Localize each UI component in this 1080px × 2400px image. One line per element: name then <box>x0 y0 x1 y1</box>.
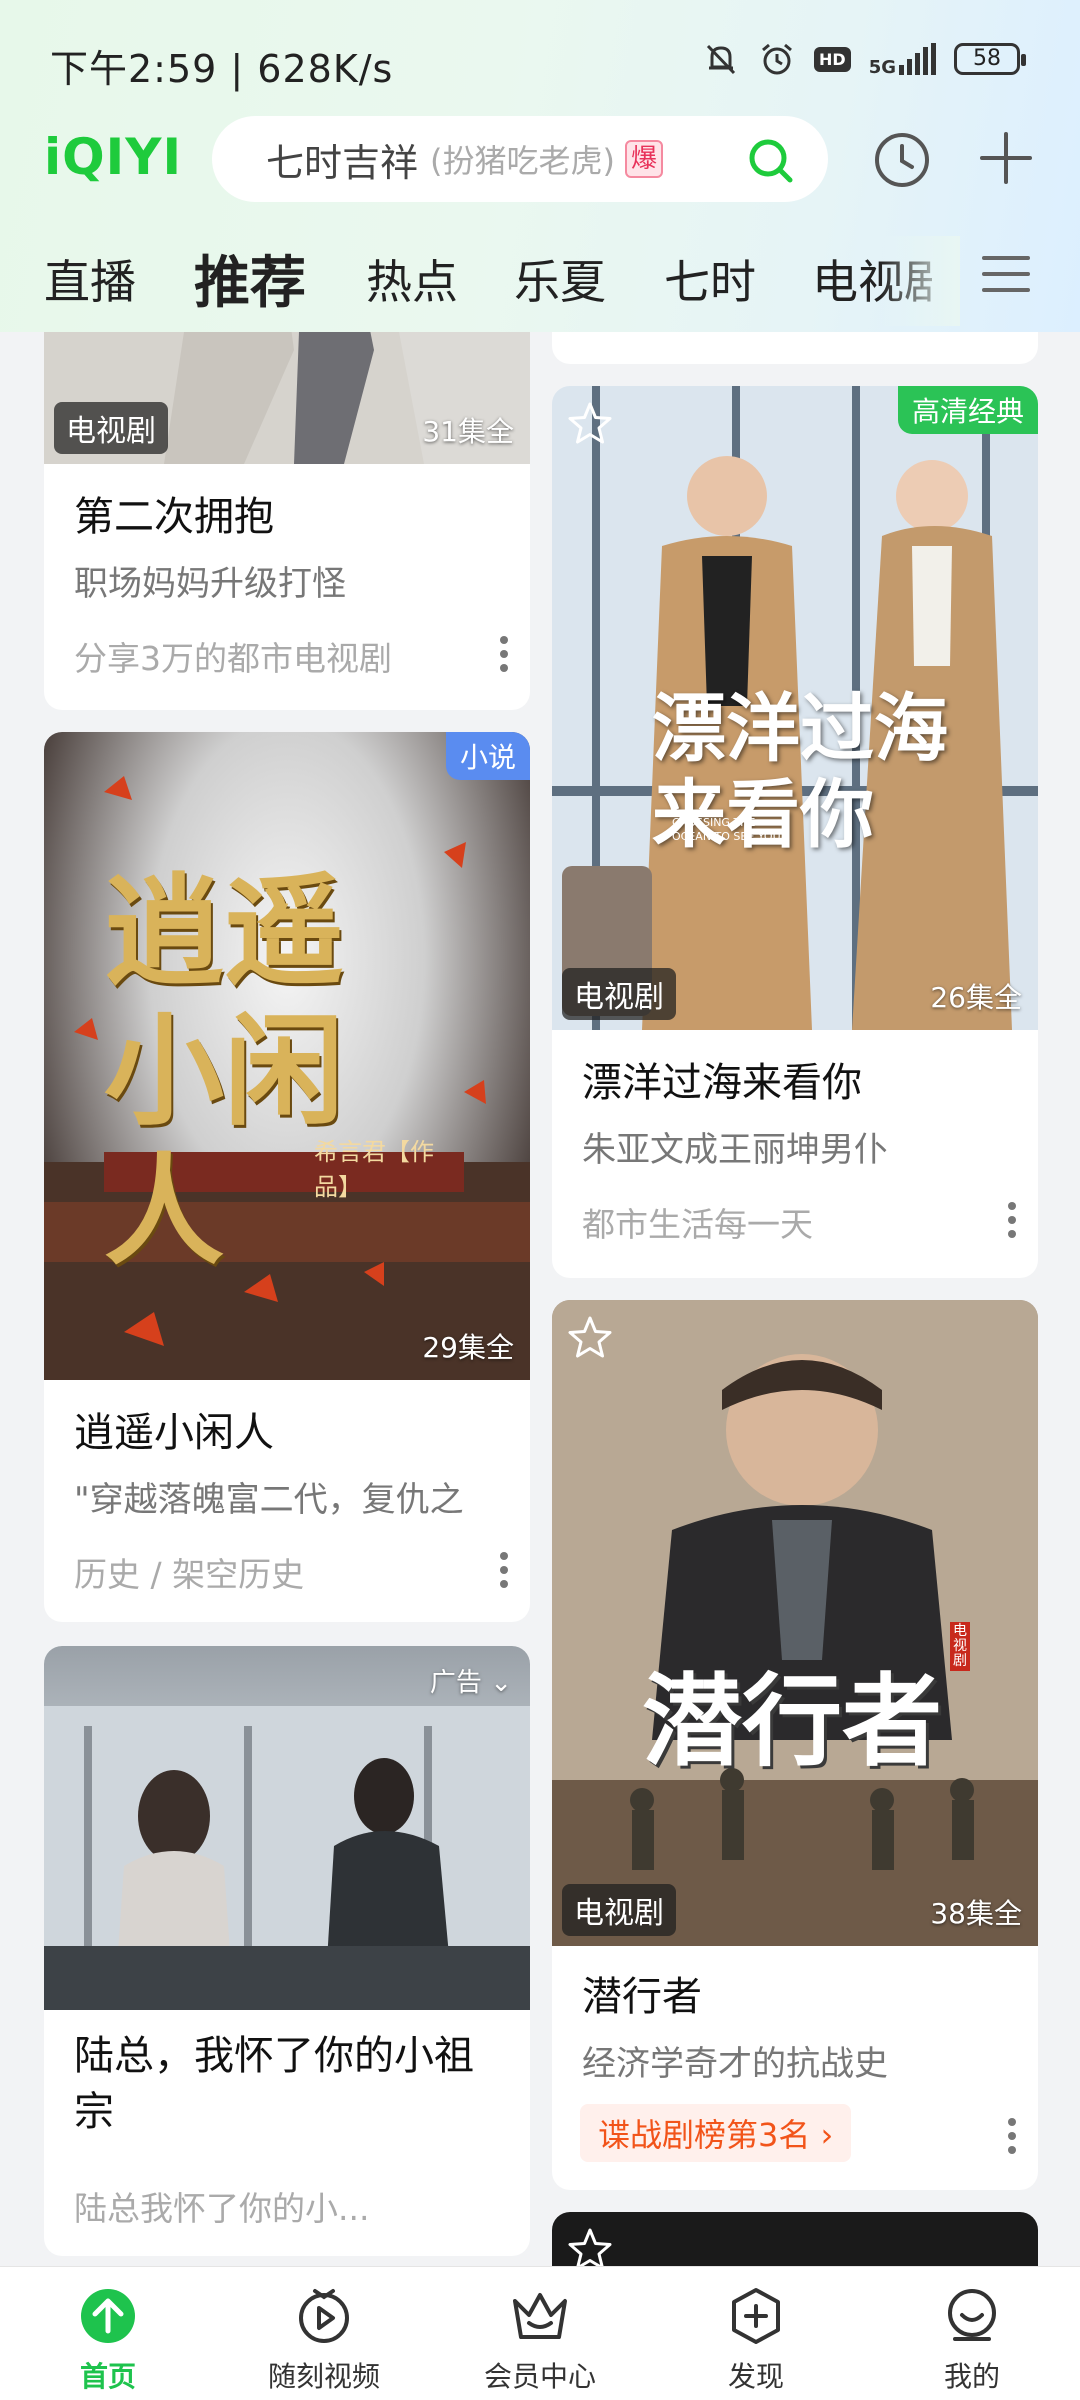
more-options-icon[interactable] <box>1006 1200 1018 1240</box>
iqiyi-logo[interactable]: iQIYI <box>44 128 182 186</box>
category-tag: 电视剧 <box>562 1884 676 1936</box>
status-time-speed: 下午2:59 | 628K/s <box>50 47 394 91</box>
rank-chip[interactable]: 谍战剧榜第3名 › <box>580 2104 852 2162</box>
signal-icon <box>899 43 936 75</box>
video-card-xiaoyao[interactable]: 逍遥小闲人 希言君【作品】 小说 29集全 逍遥小闲人 "穿越落魄富二代，复仇之… <box>44 732 530 1622</box>
card-title[interactable]: 第二次拥抱 <box>74 484 274 542</box>
card-subtitle: 职场妈妈升级打怪 <box>74 564 346 604</box>
nav-label: 我的 <box>943 2360 1000 2393</box>
app-header: 下午2:59 | 628K/s HD 5G 58 iQIYI 七时吉祥 (扮猪吃… <box>0 0 1080 332</box>
tab-trending[interactable]: 热点 <box>366 246 458 312</box>
status-bar: 下午2:59 | 628K/s HD 5G 58 <box>0 0 1080 128</box>
card-subtitle: "穿越落魄富二代，复仇之 <box>74 1480 464 1520</box>
tab-recommend[interactable]: 推荐 <box>194 238 306 319</box>
category-tag: 电视剧 <box>562 968 676 1020</box>
history-icon[interactable] <box>872 130 932 190</box>
card-title[interactable]: 陆总，我怀了你的小祖宗 <box>74 2028 504 2140</box>
search-icon[interactable] <box>746 136 794 184</box>
battery-icon: 58 <box>954 43 1026 75</box>
ad-card[interactable]: 广告 ⌄ 陆总，我怀了你的小祖宗 陆总我怀了你的小... <box>44 1646 530 2256</box>
hot-badge: 爆 <box>625 140 664 178</box>
poster-author: 希言君【作品】 <box>314 1138 434 1201</box>
card-subtitle: 经济学奇才的抗战史 <box>582 2044 888 2084</box>
crown-icon <box>513 2293 567 2339</box>
search-suggestion: 七时吉祥 <box>266 140 419 185</box>
tab-fade <box>880 236 960 326</box>
ad-thumbnail[interactable]: 广告 ⌄ <box>44 1646 530 2010</box>
home-icon <box>81 2289 135 2343</box>
poster-english: CROSSING THE OCEAN TO SEE YOU <box>672 816 781 843</box>
episode-count: 38集全 <box>930 1897 1022 1930</box>
video-card-crossing-ocean[interactable]: 漂洋过海来看你 CROSSING THE OCEAN TO SEE YOU 高清… <box>552 386 1038 1278</box>
corner-tag-novel: 小说 <box>445 732 530 780</box>
episode-count: 26集全 <box>930 981 1022 1014</box>
category-tag: 电视剧 <box>54 402 168 454</box>
card-meta: 历史 / 架空历史 <box>74 1555 305 1594</box>
profile-icon <box>948 2289 996 2341</box>
bell-muted-icon <box>706 44 736 75</box>
network-label: 5G <box>868 57 896 78</box>
nav-label: 发现 <box>727 2360 784 2393</box>
nav-label: 会员中心 <box>483 2360 596 2393</box>
play-icon <box>299 2289 349 2343</box>
menu-icon[interactable] <box>980 248 1032 300</box>
more-options-icon[interactable] <box>498 634 510 674</box>
nav-discover[interactable]: 发现 <box>648 2267 864 2400</box>
video-thumbnail[interactable]: 逍遥小闲人 希言君【作品】 小说 29集全 <box>44 732 530 1380</box>
add-icon[interactable] <box>978 130 1034 186</box>
video-thumbnail[interactable]: 漂洋过海来看你 CROSSING THE OCEAN TO SEE YOU 高清… <box>552 386 1038 1030</box>
nav-label: 随刻视频 <box>267 2360 380 2393</box>
card-subtitle: 朱亚文成王丽坤男仆 <box>582 1130 888 1170</box>
ad-label[interactable]: 广告 ⌄ <box>430 1662 512 1699</box>
star-icon[interactable] <box>566 400 614 448</box>
card-title[interactable]: 逍遥小闲人 <box>74 1400 274 1458</box>
episode-count: 29集全 <box>422 1331 514 1364</box>
tab-live[interactable]: 直播 <box>44 246 136 312</box>
nav-label: 首页 <box>79 2360 136 2393</box>
card-title[interactable]: 潜行者 <box>582 1964 702 2022</box>
card-title[interactable]: 漂洋过海来看你 <box>582 1050 862 1108</box>
thumbnail-image <box>44 1706 530 2010</box>
video-thumbnail[interactable]: 潜行者 电视剧 电视剧 38集全 <box>552 1300 1038 1946</box>
nav-home[interactable]: 首页 <box>0 2267 216 2400</box>
corner-tag-hd-classic: 高清经典 <box>897 386 1038 434</box>
content-feed[interactable]: 电视剧 31集全 第二次拥抱 职场妈妈升级打怪 分享3万的都市电视剧 逍遥小闲人… <box>0 0 1080 2400</box>
episode-count: 31集全 <box>422 415 514 448</box>
more-options-icon[interactable] <box>498 1550 510 1590</box>
poster-title: 潜行者 <box>642 1663 942 1780</box>
star-icon[interactable] <box>566 1314 614 1362</box>
card-meta: 分享3万的都市电视剧 <box>74 639 392 678</box>
nav-profile[interactable]: 我的 <box>864 2267 1080 2400</box>
search-bar[interactable]: 七时吉祥 (扮猪吃老虎) 爆 <box>212 116 828 202</box>
nav-suike-video[interactable]: 随刻视频 <box>216 2267 432 2400</box>
poster-badge: 电视剧 <box>950 1622 970 1671</box>
card-meta: 陆总我怀了你的小... <box>74 2189 370 2228</box>
discover-icon <box>732 2288 780 2344</box>
search-suggestion-sub: (扮猪吃老虎) <box>430 142 615 180</box>
nav-vip-center[interactable]: 会员中心 <box>432 2267 648 2400</box>
bottom-nav: 首页 随刻视频 会员中心 发现 我的 <box>0 2266 1080 2400</box>
more-options-icon[interactable] <box>1006 2116 1018 2156</box>
tab-summer[interactable]: 乐夏 <box>514 246 606 312</box>
alarm-icon <box>762 43 792 75</box>
card-meta: 都市生活每一天 <box>582 1205 813 1244</box>
video-card-qianxingzhe[interactable]: 潜行者 电视剧 电视剧 38集全 潜行者 经济学奇才的抗战史 谍战剧榜第3名 › <box>552 1300 1038 2190</box>
hd-badge: HD <box>814 46 851 72</box>
tab-qishi[interactable]: 七时 <box>664 246 756 312</box>
poster-title: 逍遥小闲人 <box>104 861 344 1282</box>
